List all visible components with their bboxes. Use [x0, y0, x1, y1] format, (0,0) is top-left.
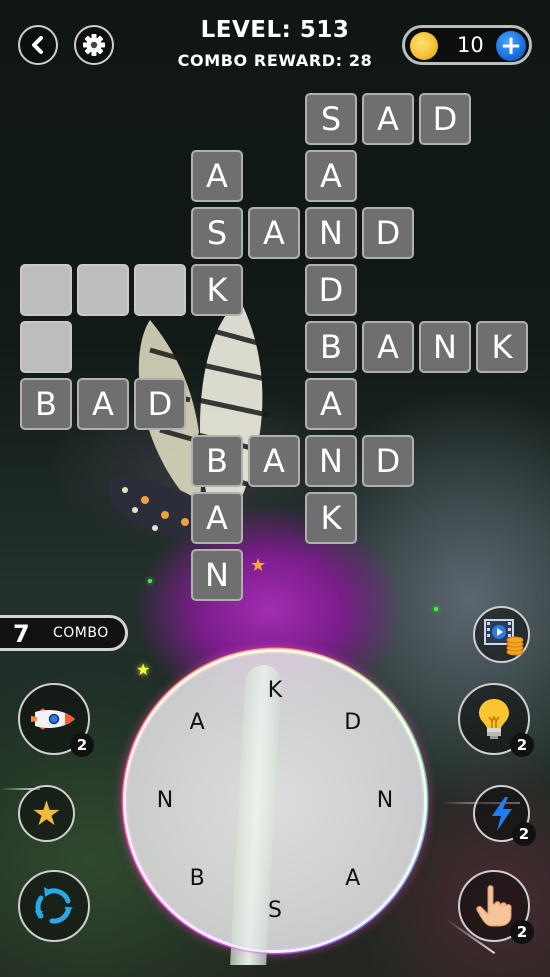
grid-tile: A	[305, 378, 357, 430]
grid-tile: D	[362, 207, 414, 259]
lightning-icon	[491, 796, 512, 831]
rocket-count-badge: 2	[70, 733, 94, 757]
grid-tile-empty[interactable]	[134, 264, 186, 316]
lightning-powerup-button[interactable]: 2	[473, 785, 536, 846]
grid-tile: N	[419, 321, 471, 373]
wheel-letter[interactable]: D	[338, 708, 368, 738]
plus-icon: +	[500, 31, 522, 61]
finger-count-badge: 2	[510, 920, 534, 944]
grid-tile: D	[305, 264, 357, 316]
rocket-icon	[31, 708, 75, 730]
grid-tile: A	[248, 207, 300, 259]
grid-tile: A	[305, 150, 357, 202]
shuffle-icon	[35, 887, 73, 924]
grid-tile-empty[interactable]	[20, 321, 72, 373]
grid-tile: N	[191, 549, 243, 601]
grid-tile: A	[362, 93, 414, 145]
wheel-letter[interactable]: A	[182, 708, 212, 738]
lightning-count-badge: 2	[512, 822, 536, 846]
grid-tile: B	[20, 378, 72, 430]
wheel-letter[interactable]: B	[182, 864, 212, 894]
grid-tile: K	[305, 492, 357, 544]
wheel-letter[interactable]: N	[370, 786, 400, 816]
grid-tile: D	[134, 378, 186, 430]
grid-tile: N	[305, 435, 357, 487]
wheel-letter[interactable]: K	[260, 676, 290, 706]
star-powerup-button[interactable]: ★	[18, 785, 75, 842]
grid-tile: A	[191, 492, 243, 544]
hint-count-badge: 2	[510, 733, 534, 757]
grid-tile: B	[191, 435, 243, 487]
grid-tile: A	[77, 378, 129, 430]
grid-tile: A	[248, 435, 300, 487]
coin-balance: ★ 10 +	[402, 25, 532, 65]
pointing-finger-icon	[476, 885, 512, 927]
grid-tile-empty[interactable]	[77, 264, 129, 316]
star-sparkle-icon: ★	[136, 660, 151, 679]
add-coins-button[interactable]: +	[496, 31, 526, 61]
star-icon: ★	[31, 793, 62, 834]
wheel-letter[interactable]: A	[338, 864, 368, 894]
watch-video-coins-button[interactable]	[473, 606, 530, 663]
grid-tile: S	[305, 93, 357, 145]
wheel-letter[interactable]: N	[150, 786, 180, 816]
grid-tile: N	[305, 207, 357, 259]
grid-tile: D	[362, 435, 414, 487]
sparkle	[434, 607, 438, 611]
combo-count: 7	[13, 620, 30, 648]
hint-lightbulb-button[interactable]: 2	[458, 683, 534, 757]
combo-counter: 7 COMBO	[0, 615, 128, 651]
grid-tile: D	[419, 93, 471, 145]
sparkle	[148, 579, 152, 583]
grid-tile: S	[191, 207, 243, 259]
rocket-powerup-button[interactable]: 2	[18, 683, 94, 757]
star-sparkle-icon: ★	[250, 555, 267, 576]
grid-tile: K	[476, 321, 528, 373]
grid-tile: B	[305, 321, 357, 373]
grid-tile: A	[362, 321, 414, 373]
grid-tile: A	[191, 150, 243, 202]
lightbulb-icon	[479, 699, 509, 739]
shuffle-button[interactable]	[18, 870, 90, 942]
wheel-letter[interactable]: S	[260, 896, 290, 926]
finger-powerup-button[interactable]: 2	[458, 870, 534, 944]
coin-icon: ★	[410, 32, 438, 60]
coin-count: 10	[457, 33, 484, 57]
grid-tile-empty[interactable]	[20, 264, 72, 316]
video-coins-icon	[483, 618, 523, 655]
combo-label: COMBO	[53, 625, 109, 641]
grid-tile: K	[191, 264, 243, 316]
